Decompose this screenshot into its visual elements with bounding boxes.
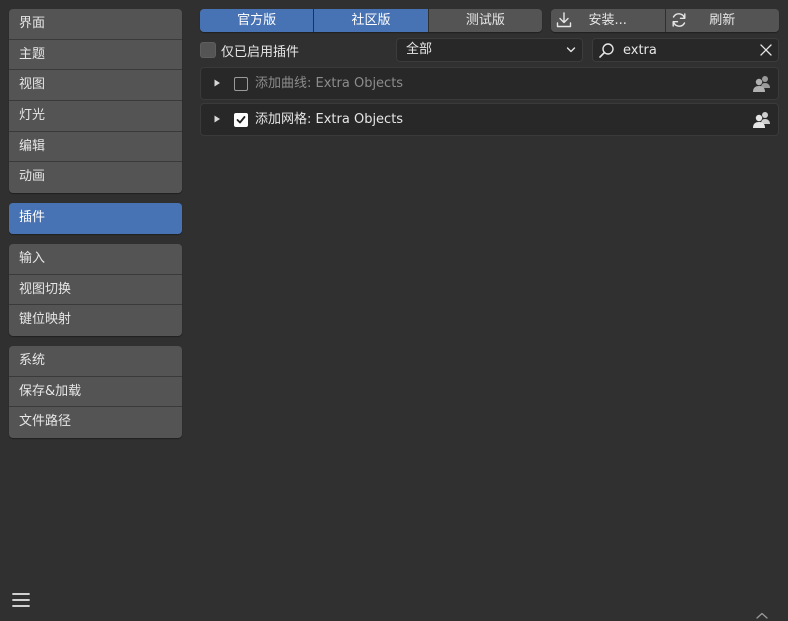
sidebar-item-lights[interactable]: 灯光 xyxy=(9,101,182,132)
addon-enable-checkbox[interactable] xyxy=(234,77,248,91)
addon-search xyxy=(592,38,779,62)
refresh-icon xyxy=(672,13,685,27)
sidebar-item-viewport[interactable]: 视图 xyxy=(9,70,182,102)
enabled-only-toggle[interactable]: 仅已启用插件 xyxy=(200,40,299,60)
category-dropdown[interactable]: 全部 xyxy=(396,38,583,62)
refresh-label: 刷新 xyxy=(709,13,736,28)
hamburger-menu-icon[interactable] xyxy=(11,590,31,610)
sidebar-item-animation[interactable]: 动画 xyxy=(9,162,182,193)
sidebar-item-save-load[interactable]: 保存&加载 xyxy=(9,377,182,408)
nav-group-addons: 插件 xyxy=(9,203,182,234)
addon-list: 添加曲线: Extra Objects 添加网格: Extra Objects xyxy=(200,67,779,139)
community-icon xyxy=(753,76,770,92)
addon-enable-checkbox[interactable] xyxy=(234,113,248,127)
addon-name: 添加网格: Extra Objects xyxy=(255,112,404,127)
enabled-only-label: 仅已启用插件 xyxy=(221,44,300,60)
sidebar-item-file-paths[interactable]: 文件路径 xyxy=(9,407,182,438)
install-label: 安装... xyxy=(588,13,627,28)
support-level-tabs: 官方版 社区版 测试版 xyxy=(200,9,542,32)
preferences-sidebar: 界面 主题 视图 灯光 编辑 动画 插件 输入 视图切换 键位映射 系统 保存&… xyxy=(9,9,182,448)
addon-row: 添加曲线: Extra Objects xyxy=(200,67,779,100)
addon-row: 添加网格: Extra Objects xyxy=(200,103,779,136)
checkmark-icon xyxy=(236,116,246,124)
tab-official[interactable]: 官方版 xyxy=(200,9,315,32)
scroll-up-icon[interactable] xyxy=(755,611,769,621)
sidebar-item-input[interactable]: 输入 xyxy=(9,244,182,275)
sidebar-item-themes[interactable]: 主题 xyxy=(9,40,182,71)
addon-actions: 安装... 刷新 xyxy=(551,9,779,32)
tab-community[interactable]: 社区版 xyxy=(314,9,429,32)
tab-testing[interactable]: 测试版 xyxy=(428,9,542,32)
nav-group-general: 界面 主题 视图 灯光 编辑 动画 xyxy=(9,9,182,194)
search-input[interactable] xyxy=(623,40,753,60)
sidebar-item-keymap[interactable]: 键位映射 xyxy=(9,305,182,336)
sidebar-item-editing[interactable]: 编辑 xyxy=(9,132,182,163)
expand-arrow-icon[interactable] xyxy=(212,78,222,88)
install-button[interactable]: 安装... xyxy=(551,9,666,32)
search-icon xyxy=(599,43,614,58)
clear-search-icon[interactable] xyxy=(760,44,772,56)
refresh-button[interactable]: 刷新 xyxy=(665,9,779,32)
nav-group-system: 系统 保存&加载 文件路径 xyxy=(9,345,182,438)
sidebar-item-system[interactable]: 系统 xyxy=(9,346,182,377)
addon-name: 添加曲线: Extra Objects xyxy=(255,76,404,91)
sidebar-item-interface[interactable]: 界面 xyxy=(9,9,182,40)
download-icon xyxy=(556,12,572,28)
chevron-down-icon xyxy=(566,47,576,53)
enabled-only-checkbox[interactable] xyxy=(200,42,216,58)
community-icon xyxy=(753,112,770,128)
sidebar-item-addons[interactable]: 插件 xyxy=(9,203,182,234)
sidebar-item-navigation[interactable]: 视图切换 xyxy=(9,275,182,306)
category-value: 全部 xyxy=(406,42,433,57)
nav-group-input: 输入 视图切换 键位映射 xyxy=(9,243,182,336)
expand-arrow-icon[interactable] xyxy=(212,114,222,124)
